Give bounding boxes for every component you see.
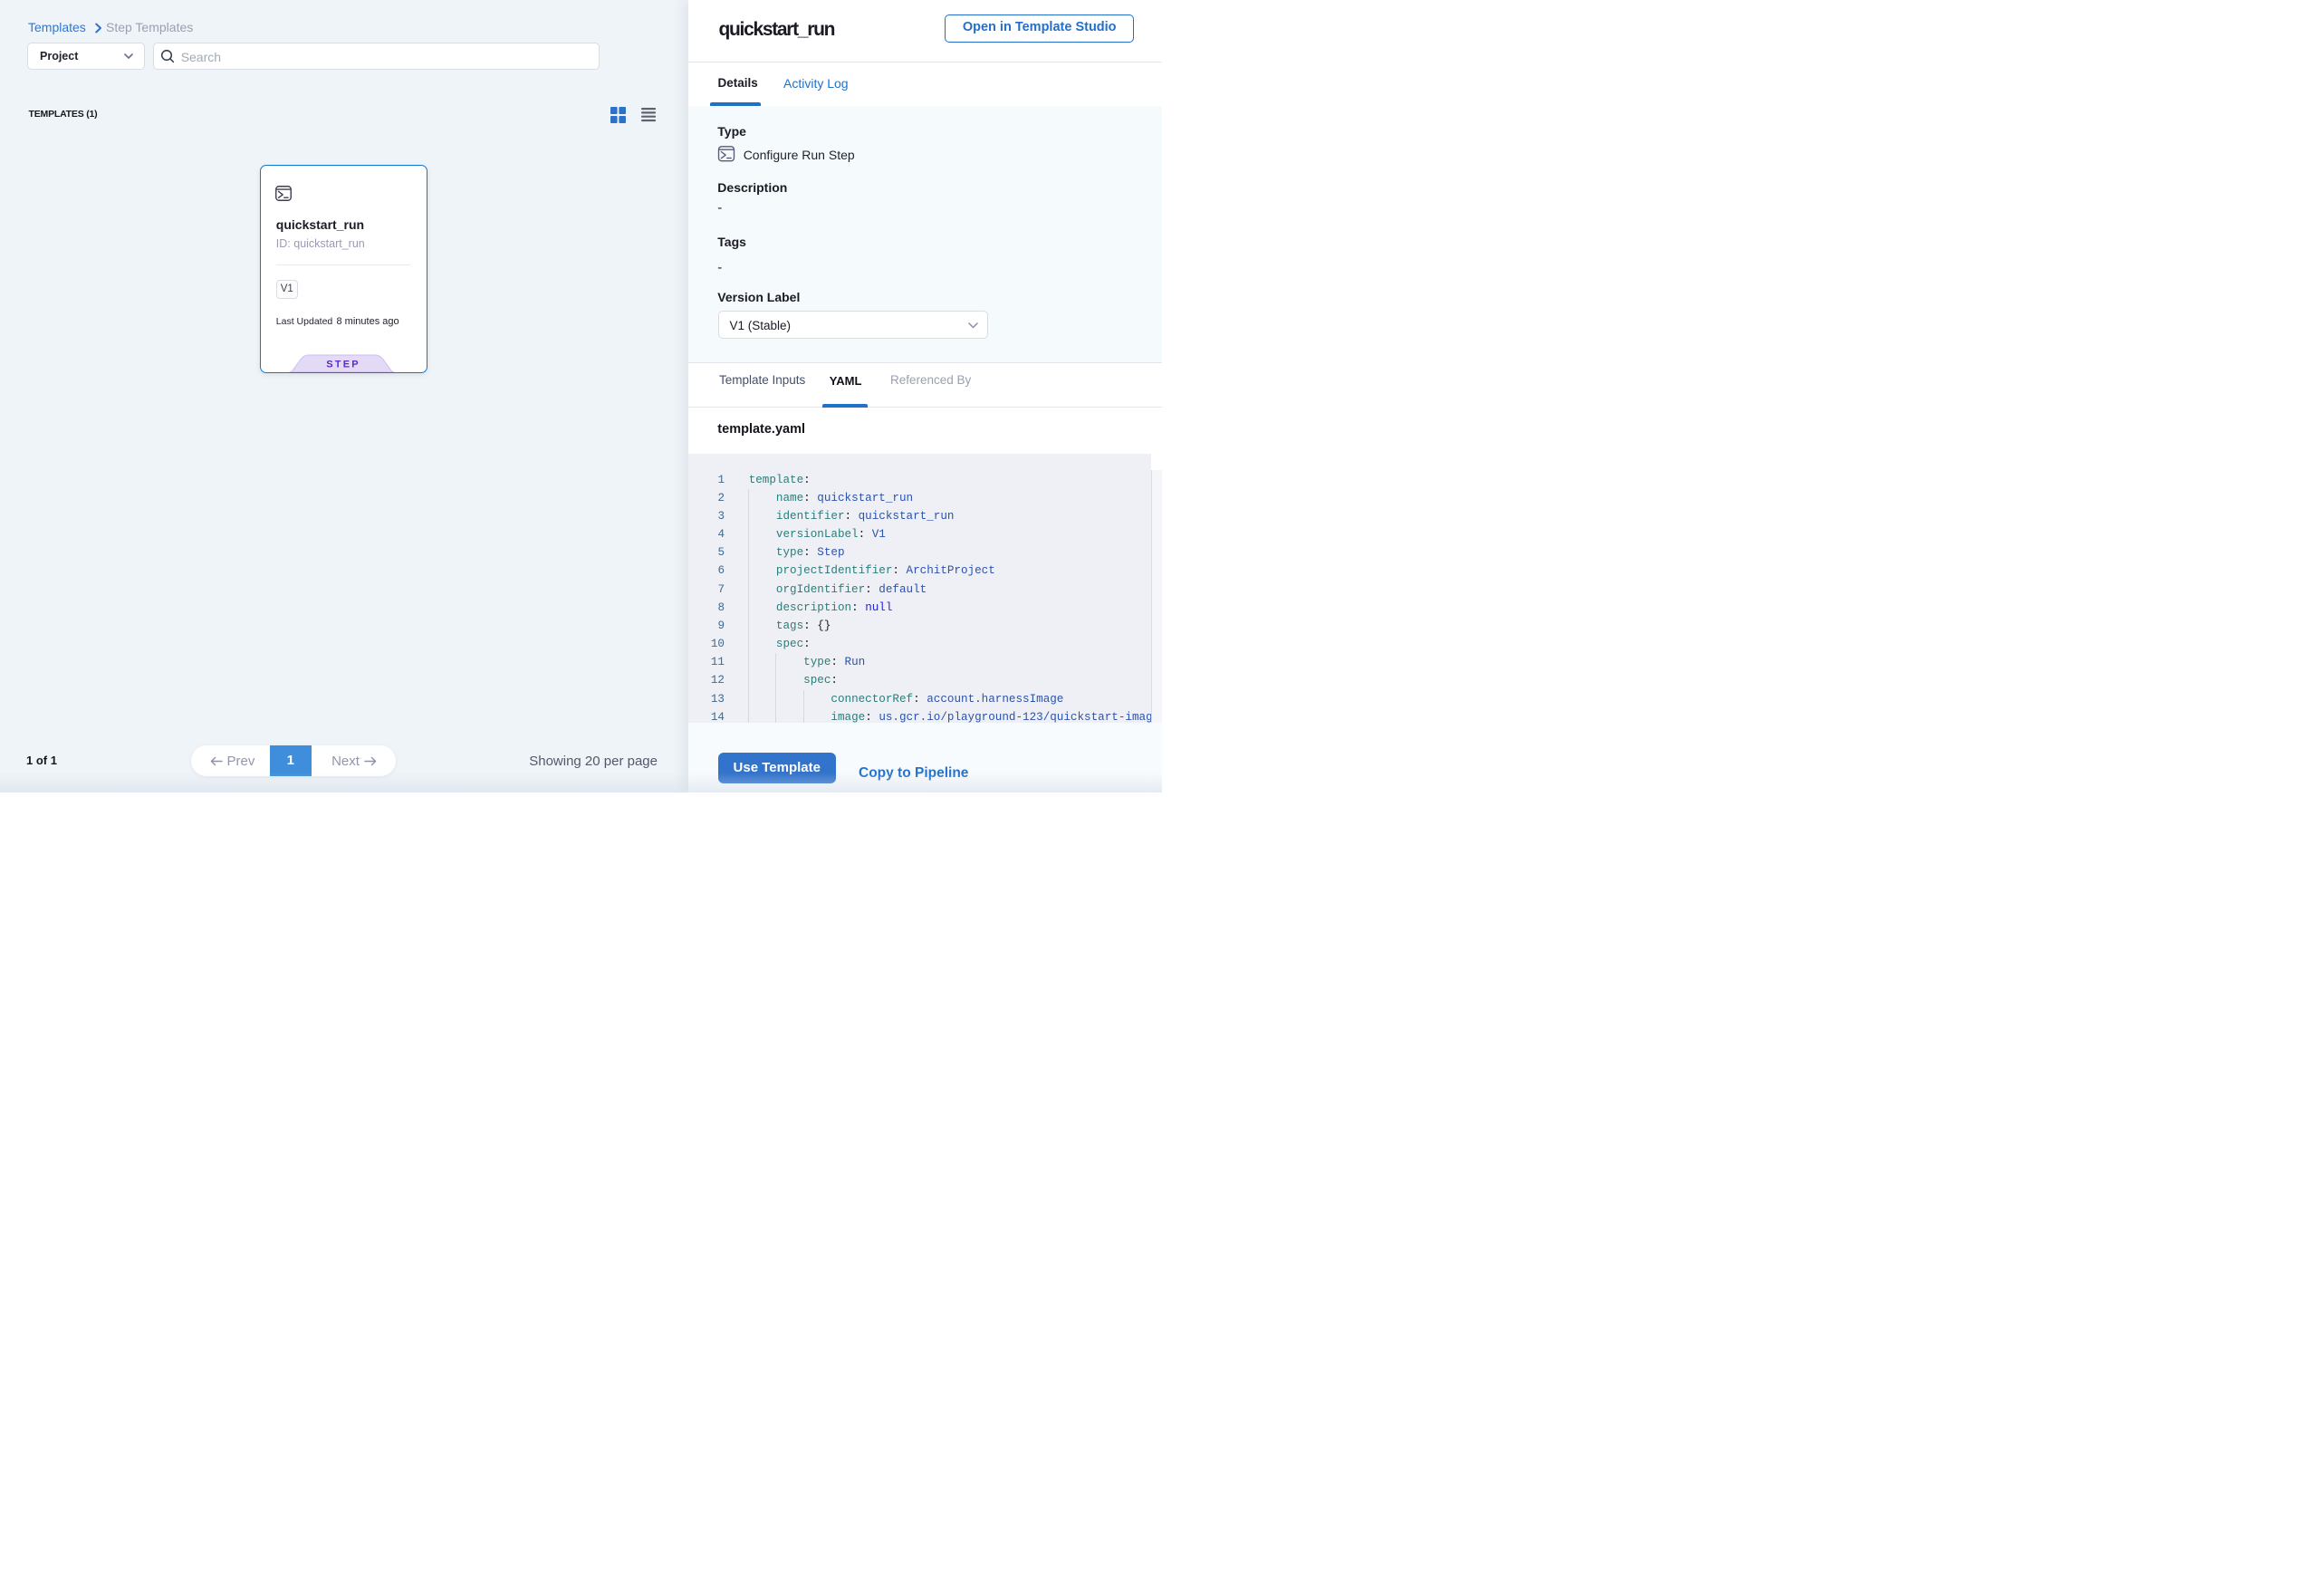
svg-text:STEP: STEP: [327, 359, 361, 370]
